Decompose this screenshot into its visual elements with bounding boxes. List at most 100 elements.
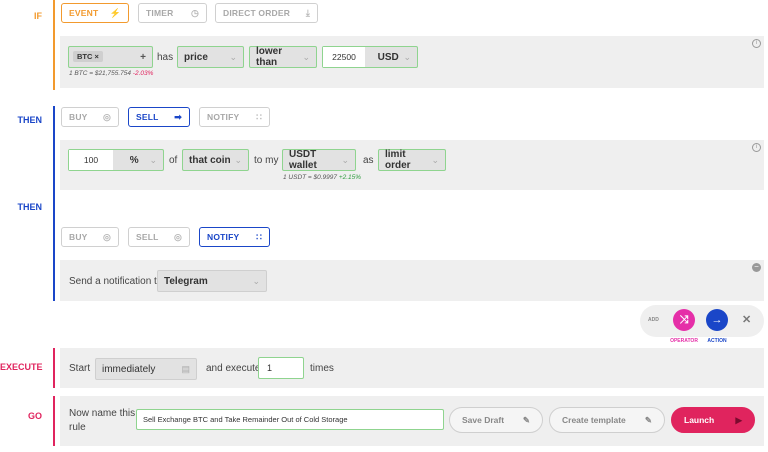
go-bar xyxy=(53,396,55,446)
action-button[interactable]: → xyxy=(706,309,728,331)
wallet-value: USDT wallet xyxy=(289,149,317,171)
add-text: ADD xyxy=(648,317,659,323)
chevron-down-icon: ⌄ xyxy=(431,154,439,165)
arrow-right-circle-icon: ➡ xyxy=(174,111,182,122)
download-icon: ⤓ xyxy=(305,7,310,18)
wallet-select[interactable]: USDT wallet ⌄ xyxy=(282,149,356,171)
execute-label: EXECUTE xyxy=(0,362,43,372)
currency-value[interactable]: USD xyxy=(378,52,399,63)
order-type-select[interactable]: limit order ⌄ xyxy=(378,149,446,171)
chevron-down-icon: ⌄ xyxy=(403,51,411,62)
create-template-button[interactable]: Create template ✎ xyxy=(549,407,665,433)
circle-arrow-icon: ◎ xyxy=(102,231,111,242)
tab-buy-1[interactable]: BUY ◎ xyxy=(61,107,119,127)
tab-notify-label: NOTIFY xyxy=(207,232,240,242)
create-template-label: Create template xyxy=(562,415,626,425)
target-select[interactable]: that coin ⌄ xyxy=(182,149,249,171)
pencil-icon: ✎ xyxy=(644,414,652,425)
tab-notify-1[interactable]: NOTIFY ∷ xyxy=(199,107,270,127)
rule-name-input[interactable]: Sell Exchange BTC and Take Remainder Out… xyxy=(136,409,444,430)
rss-icon: ∷ xyxy=(256,231,262,242)
execute-bar xyxy=(53,348,55,388)
save-draft-label: Save Draft xyxy=(462,415,505,425)
timing-value: immediately xyxy=(102,363,156,375)
circle-arrow-icon: ◎ xyxy=(173,231,182,242)
times-input[interactable]: 1 xyxy=(258,357,304,379)
usdt-quote: 1 USDT = $0.9997 +2.15% xyxy=(283,174,361,181)
tab-direct-order-label: DIRECT ORDER xyxy=(223,8,291,18)
then-label-1: THEN xyxy=(17,115,43,125)
comparator-value: lower than xyxy=(256,46,283,68)
go-label: GO xyxy=(27,411,42,421)
to-my-text: to my xyxy=(254,155,279,166)
close-icon[interactable]: ✕ xyxy=(742,313,751,326)
tab-timer-label: TIMER xyxy=(146,8,174,18)
tab-buy-label: BUY xyxy=(69,112,88,122)
order-type-value: limit order xyxy=(385,149,411,171)
name-prompt-line1: Now name this xyxy=(69,408,136,419)
btc-quote-change: -2.03% xyxy=(132,70,154,77)
play-icon: ▶ xyxy=(735,414,742,425)
metric-select[interactable]: price ⌄ xyxy=(177,46,244,68)
circle-arrow-icon: ◎ xyxy=(102,111,111,122)
comparator-select[interactable]: lower than ⌄ xyxy=(249,46,317,68)
pencil-icon: ✎ xyxy=(522,414,530,425)
target-value: that coin xyxy=(189,154,231,166)
remove-icon[interactable]: − xyxy=(752,263,761,272)
quantity-group: 100 % ⌄ xyxy=(68,149,164,171)
coin-chip-btc[interactable]: BTC × xyxy=(73,51,103,62)
operator-button[interactable]: ⤨ xyxy=(673,309,695,331)
info-icon[interactable]: i xyxy=(752,143,761,152)
tab-notify-2[interactable]: NOTIFY ∷ xyxy=(199,227,270,247)
tab-sell-label: SELL xyxy=(136,112,159,122)
launch-label: Launch xyxy=(684,415,715,425)
if-label: IF xyxy=(34,11,42,21)
name-prompt: Now name this rule xyxy=(69,407,135,435)
start-text: Start xyxy=(69,363,91,374)
tab-direct-order[interactable]: DIRECT ORDER ⤓ xyxy=(215,3,318,23)
tab-timer[interactable]: TIMER ◷ xyxy=(138,3,207,23)
quantity-input[interactable]: 100 xyxy=(69,150,113,170)
usdt-quote-change: +2.15% xyxy=(338,174,362,181)
tab-buy-2[interactable]: BUY ◎ xyxy=(61,227,119,247)
save-draft-button[interactable]: Save Draft ✎ xyxy=(449,407,543,433)
amount-input[interactable]: 22500 xyxy=(323,47,365,67)
unit-value[interactable]: % xyxy=(130,155,139,166)
has-text: has xyxy=(157,52,174,63)
launch-button[interactable]: Launch ▶ xyxy=(671,407,755,433)
then-label-2: THEN xyxy=(17,202,43,212)
rss-icon: ∷ xyxy=(256,111,262,122)
arrow-right-icon: → xyxy=(711,314,723,326)
tab-sell-2[interactable]: SELL ◎ xyxy=(128,227,190,247)
if-bar xyxy=(53,0,55,90)
tab-buy-label: BUY xyxy=(69,232,88,242)
amount-group: 22500 USD ⌄ xyxy=(322,46,418,68)
clock-icon: ◷ xyxy=(190,7,199,18)
add-coin-icon[interactable]: + xyxy=(140,52,146,63)
chevron-down-icon: ⌄ xyxy=(252,275,260,286)
chevron-down-icon: ⌄ xyxy=(229,51,237,62)
shuffle-icon: ⤨ xyxy=(679,313,689,326)
tab-sell-1[interactable]: SELL ➡ xyxy=(128,107,190,127)
times-text: times xyxy=(310,363,334,374)
lightning-icon: ⚡ xyxy=(109,7,121,18)
info-icon[interactable]: i xyxy=(752,39,761,48)
chevron-down-icon: ⌄ xyxy=(234,154,242,165)
usdt-quote-text: 1 USDT = $0.9997 xyxy=(283,174,338,181)
notify-prompt: Send a notification to xyxy=(69,276,163,287)
calendar-icon: ▤ xyxy=(181,363,190,374)
chevron-down-icon: ⌄ xyxy=(149,154,157,165)
as-text: as xyxy=(363,155,374,166)
name-prompt-line2: rule xyxy=(69,422,86,433)
channel-select[interactable]: Telegram ⌄ xyxy=(157,270,267,292)
timing-select[interactable]: immediately ▤ xyxy=(95,358,197,380)
chevron-down-icon: ⌄ xyxy=(302,51,310,62)
channel-value: Telegram xyxy=(164,275,208,287)
tab-sell-label: SELL xyxy=(136,232,159,242)
tab-event[interactable]: EVENT ⚡ xyxy=(61,3,129,23)
tab-event-label: EVENT xyxy=(69,8,99,18)
of-text: of xyxy=(169,155,178,166)
btc-quote: 1 BTC = $21,755.754 -2.03% xyxy=(69,70,153,77)
btc-quote-text: 1 BTC = $21,755.754 xyxy=(69,70,131,77)
metric-value: price xyxy=(184,51,208,63)
